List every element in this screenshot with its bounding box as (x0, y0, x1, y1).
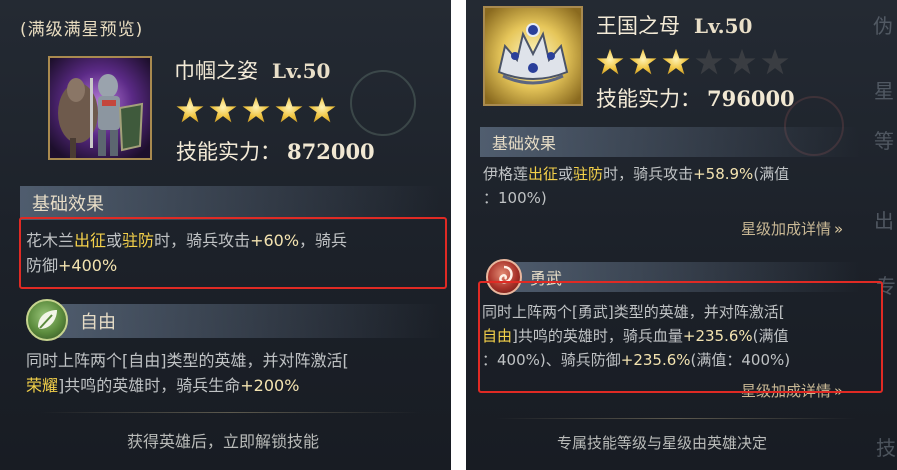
power-label: 技能实力： (596, 87, 701, 111)
bond-line-2: ]共鸣的英雄时，骑兵生命 (58, 376, 241, 395)
unlock-footer: 获得英雄后，立即解锁技能 (127, 432, 320, 451)
chevron-right-icon: » (834, 220, 844, 238)
annotation-box (19, 217, 447, 289)
star-empty-icon (728, 48, 756, 75)
skill-level: Lv.50 (694, 14, 753, 38)
star-icon (275, 96, 303, 123)
skill-title: 王国之母 Lv.50 (596, 10, 752, 40)
edge-char: 伪 (873, 14, 893, 38)
edge-char: 出 (874, 209, 894, 233)
edge-char: 星 (874, 79, 894, 103)
bond-band: 自由 (56, 304, 440, 338)
star-empty-icon (761, 48, 789, 75)
text-effect: 时，骑兵攻击 (603, 165, 694, 183)
skill-name: 巾帼之姿 (174, 59, 258, 83)
star-icon (176, 96, 204, 123)
star-icon (596, 48, 624, 75)
power-value: 796000 (707, 86, 795, 111)
star-bonus-details-link[interactable]: 星级加成详情» (741, 218, 843, 239)
level-footer: 专属技能等级与星级由英雄决定 (557, 434, 768, 452)
edge-char: 等 (874, 129, 894, 153)
skill-level: Lv.50 (272, 59, 331, 83)
skill-icon-knight[interactable] (48, 56, 152, 160)
star-icon (242, 96, 270, 123)
hero-name: 伊格莲 (483, 165, 529, 183)
text-or: 或 (558, 165, 574, 183)
base-effect-text: 伊格莲出征或驻防时，骑兵攻击+58.9%(满值 ：100%) (483, 162, 873, 210)
star-rating (176, 96, 336, 124)
keyword-glory: 荣耀 (26, 376, 59, 395)
background-leaf-icon (350, 70, 416, 136)
value-attack: +58.9% (693, 165, 754, 183)
preview-header: (满级满星预览) (20, 20, 144, 40)
base-effect-title: 基础效果 (32, 194, 104, 215)
star-empty-icon (695, 48, 723, 75)
skill-power: 技能实力： 796000 (596, 83, 795, 113)
keyword-garrison: 驻防 (573, 165, 604, 183)
bond-title: 自由 (80, 312, 116, 333)
bond-text: 同时上阵两个[自由]类型的英雄，并对阵激活[ 荣耀]共鸣的英雄时，骑兵生命+200… (26, 348, 451, 398)
footer-divider (496, 418, 856, 419)
base-effect-band: 基础效果 (480, 127, 860, 157)
base-effect-title: 基础效果 (492, 134, 557, 153)
leaf-medal-icon (26, 299, 68, 341)
skill-panel-right: 伪 星 等 出 专 技 王国之母 Lv.50 技能实力： 796000 基础效果… (466, 0, 897, 470)
annotation-box (478, 281, 883, 393)
bond-line-1: 同时上阵两个[自由]类型的英雄，并对阵激活[ (26, 351, 349, 370)
details-link-label: 星级加成详情 (741, 220, 832, 238)
base-effect-band: 基础效果 (20, 186, 440, 220)
power-label: 技能实力： (176, 140, 281, 164)
skill-name: 王国之母 (596, 14, 680, 38)
skill-icon-crown[interactable] (483, 6, 583, 106)
skill-title: 巾帼之姿 Lv.50 (174, 55, 330, 85)
power-value: 872000 (287, 139, 375, 164)
star-rating (596, 48, 789, 76)
footer-divider (40, 412, 420, 413)
text-max-value: ：100%) (483, 189, 547, 207)
skill-power: 技能实力： 872000 (176, 136, 375, 166)
text-max: (满值 (753, 165, 790, 183)
value-life: +200% (240, 376, 300, 395)
star-icon (209, 96, 237, 123)
keyword-march: 出征 (528, 165, 559, 183)
star-icon (629, 48, 657, 75)
star-icon (662, 48, 690, 75)
star-icon (308, 96, 336, 123)
skill-panel-left: (满级满星预览) 巾帼之姿 Lv.50 技能实力： 872000 基础效果 花木… (0, 0, 451, 470)
edge-char: 技 (876, 436, 896, 460)
